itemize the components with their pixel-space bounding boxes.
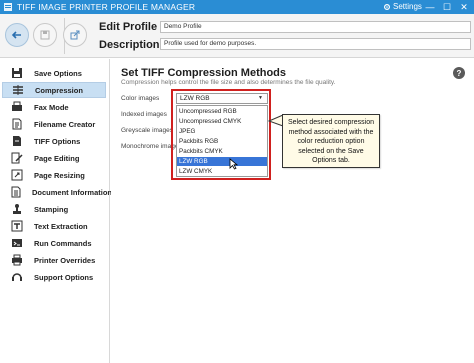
edit-profile-label: Edit Profile - [99,21,164,33]
dropdown-option[interactable]: Uncompressed RGB [177,107,267,116]
printer-icon [10,253,24,267]
page-edit-icon [10,151,24,165]
sidebar-item-fax-mode[interactable]: Fax Mode [2,99,106,115]
section-title: Set TIFF Compression Methods [121,67,287,79]
sidebar-item-label: Save Options [34,68,82,78]
filename-icon [10,117,24,131]
sidebar-item-stamping[interactable]: Stamping [2,201,106,217]
sidebar-item-label: Filename Creator [34,119,96,129]
doc-info-icon [10,185,22,199]
window-title: TIFF IMAGE PRINTER PROFILE MANAGER [17,2,196,12]
compress-icon [11,83,25,97]
help-icon[interactable]: ? [453,67,465,79]
sidebar-nav: Save Options Compression Fax Mode Filena… [0,59,112,363]
sidebar-item-save-options[interactable]: Save Options [2,65,106,81]
maximize-button[interactable]: ☐ [440,1,454,13]
app-icon [3,2,13,12]
compression-dropdown-list: Uncompressed RGB Uncompressed CMYK JPEG … [176,105,268,177]
fax-icon [10,100,24,114]
color-images-label: Color images [121,95,160,102]
sidebar-item-label: Page Editing [34,153,80,163]
sidebar-item-label: Printer Overrides [34,255,96,265]
title-bar: TIFF IMAGE PRINTER PROFILE MANAGER Setti… [0,0,474,14]
arrow-left-icon [11,31,21,39]
header-toolbar: Edit Profile - Demo Profile Description … [0,14,474,58]
sidebar-item-label: TIFF Options [34,136,81,146]
minimize-button[interactable]: — [423,1,437,13]
stamp-icon [10,202,24,216]
sidebar-item-page-editing[interactable]: Page Editing [2,150,106,166]
save-icon [10,66,24,80]
indexed-images-label: Indexed images [121,111,167,118]
sidebar-item-text-extraction[interactable]: Text Extraction [2,218,106,234]
select-value: LZW RGB [180,95,210,102]
dropdown-option-highlighted[interactable]: LZW RGB [177,157,267,166]
sidebar-item-label: Document Information [32,187,112,197]
dropdown-option[interactable]: Packbits RGB [177,137,267,146]
sidebar-item-printer-overrides[interactable]: Printer Overrides [2,252,106,268]
export-icon [70,30,80,40]
sidebar-item-compression[interactable]: Compression [2,82,106,98]
save-profile-button[interactable] [33,23,57,47]
callout-tooltip: Select desired compression method associ… [282,114,380,168]
gear-icon [384,3,390,10]
greyscale-images-label: Greyscale images [121,127,174,134]
save-icon [40,30,50,40]
chevron-down-icon: ▼ [258,95,263,101]
export-profile-button[interactable] [63,23,87,47]
dropdown-option[interactable]: Uncompressed CMYK [177,117,267,126]
dropdown-option[interactable]: LZW CMYK [177,167,267,176]
sidebar-item-tiff-options[interactable]: TIFF Options [2,133,106,149]
sidebar-item-support-options[interactable]: Support Options [2,269,106,285]
sidebar-item-label: Page Resizing [34,170,85,180]
settings-button[interactable]: Settings [383,2,422,11]
dropdown-option[interactable]: JPEG [177,127,267,136]
back-button[interactable] [5,23,29,47]
sidebar-item-filename-creator[interactable]: Filename Creator [2,116,106,132]
tiff-icon [10,134,24,148]
sidebar-item-label: Text Extraction [34,221,88,231]
sidebar-item-document-information[interactable]: Document Information [2,184,112,200]
sidebar-item-label: Compression [35,85,83,95]
color-images-select[interactable]: LZW RGB ▼ [176,93,268,104]
support-icon [10,270,24,284]
settings-label: Settings [393,2,422,11]
sidebar-item-label: Stamping [34,204,69,214]
run-commands-icon [10,236,24,250]
page-resize-icon [10,168,24,182]
sidebar-item-label: Fax Mode [34,102,69,112]
description-field[interactable]: Profile used for demo purposes. [160,38,471,50]
sidebar-item-run-commands[interactable]: Run Commands [2,235,106,251]
dropdown-option[interactable]: Packbits CMYK [177,147,267,156]
sidebar-item-label: Run Commands [34,238,92,248]
sidebar-item-label: Support Options [34,272,94,282]
mouse-cursor-icon [229,158,238,170]
sidebar-item-page-resizing[interactable]: Page Resizing [2,167,106,183]
section-subtitle: Compression helps control the file size … [121,79,336,86]
close-button[interactable]: ✕ [457,1,471,13]
profile-name-field[interactable]: Demo Profile [160,21,471,33]
compression-panel: Set TIFF Compression Methods Compression… [111,59,474,363]
text-extraction-icon [10,219,24,233]
description-label: Description [99,39,160,51]
